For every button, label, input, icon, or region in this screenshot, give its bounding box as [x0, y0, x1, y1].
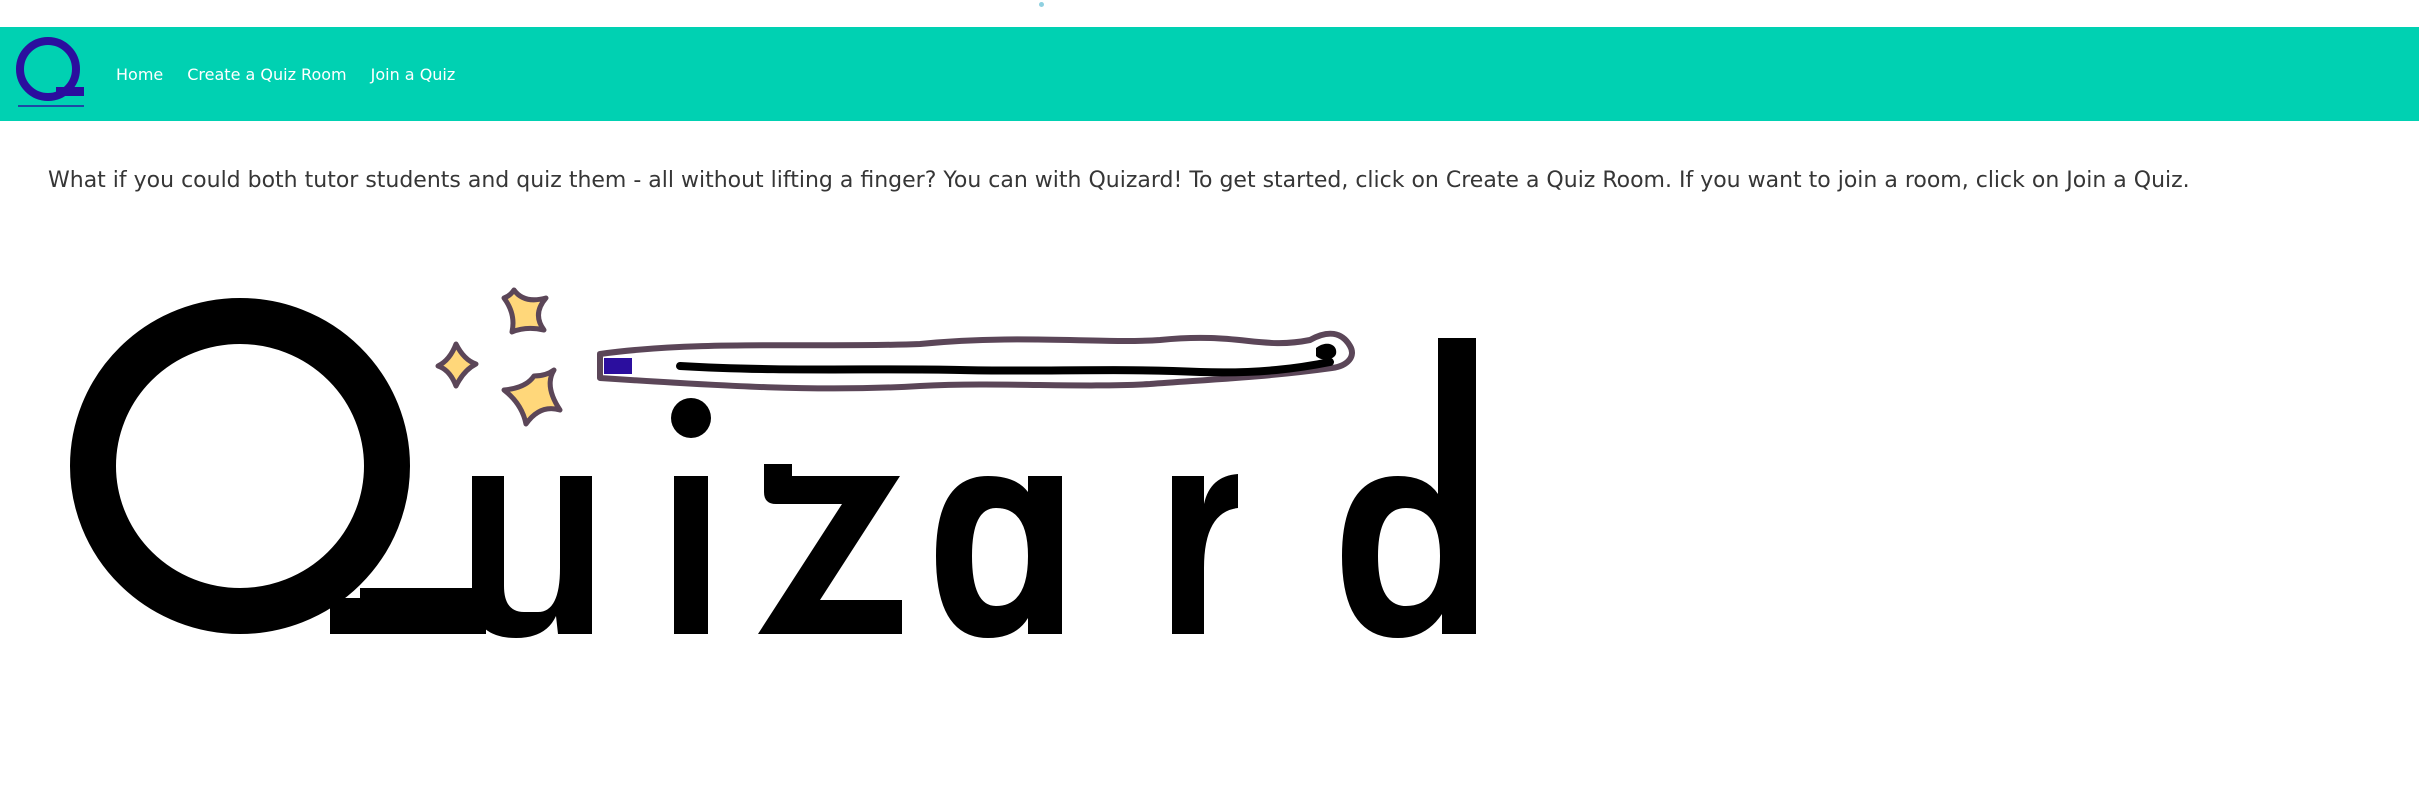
quizard-logo-icon — [16, 37, 84, 107]
intro-text: What if you could both tutor students an… — [48, 168, 2190, 193]
nav-links: Home Create a Quiz Room Join a Quiz — [116, 27, 455, 121]
navbar: Home Create a Quiz Room Join a Quiz — [0, 27, 2419, 121]
loading-dot — [1039, 2, 1044, 7]
magic-wand-icon — [597, 330, 1355, 392]
nav-home-link[interactable]: Home — [116, 65, 163, 84]
nav-join-quiz-link[interactable]: Join a Quiz — [371, 65, 456, 84]
hero-letter-q — [70, 298, 486, 634]
nav-create-quiz-room-link[interactable]: Create a Quiz Room — [187, 65, 346, 84]
logo[interactable] — [14, 35, 90, 113]
sparkles-icon — [435, 287, 563, 427]
quizard-hero-logo — [70, 287, 1476, 638]
